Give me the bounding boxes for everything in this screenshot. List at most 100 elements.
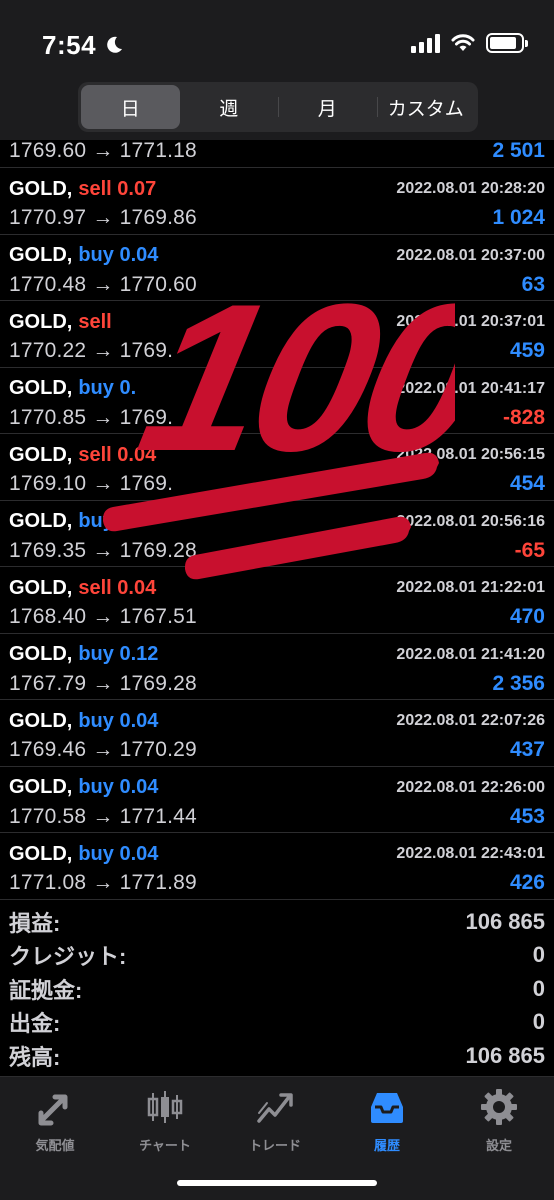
trade-symbol: GOLD,	[9, 177, 73, 200]
trade-symbol: GOLD,	[9, 576, 73, 599]
tab-trade-label: トレード	[248, 1138, 301, 1153]
trade-symbol: GOLD,	[9, 842, 73, 865]
trade-symbol: GOLD,	[9, 443, 73, 466]
trade-row[interactable]: GOLD, sell 2022.08.01 20:37:01 1770.22 → 17…	[0, 301, 554, 368]
tab-history[interactable]: 履歴	[332, 1087, 442, 1157]
trade-datetime: 2022.08.01 20:37:01	[396, 313, 545, 330]
trade-row[interactable]: GOLD, buy 2022.08.01 20:56:16 1769.35 → 176…	[0, 501, 554, 567]
trade-row[interactable]: GOLD, buy 0. 2022.08.01 20:41:17 1770.85 → …	[0, 368, 554, 434]
trade-symbol-side: GOLD, buy 0.04	[9, 244, 158, 267]
trade-prices: 1769.35 → 1769.28	[9, 538, 197, 562]
tab-quotes-label: 気配値	[35, 1138, 75, 1153]
period-selector-bar: 日 週 月 カスタム	[0, 80, 554, 140]
wifi-icon	[451, 34, 475, 51]
trade-prices: 1770.22 → 1769.	[9, 339, 174, 362]
period-segmented-control: 日 週 月 カスタム	[78, 82, 478, 132]
status-icons	[411, 33, 528, 53]
tab-settings[interactable]: 設定	[444, 1087, 554, 1157]
trade-symbol-side: GOLD, buy 0.04	[9, 843, 158, 866]
trade-profit: 459	[509, 339, 545, 362]
balance-label: 残高:	[9, 1044, 61, 1070]
trade-symbol: GOLD,	[9, 244, 73, 266]
trade-prices: 1770.58 → 1771.44	[9, 804, 197, 828]
trade-datetime: 2022.08.01 20:28:20	[396, 180, 545, 197]
do-not-disturb-moon-icon	[107, 36, 122, 53]
trade-datetime: 2022.08.01 22:07:26	[396, 712, 545, 729]
cellular-signal-icon	[411, 33, 440, 53]
tab-day[interactable]: 日	[81, 85, 180, 129]
trade-symbol-side: GOLD, buy 0.04	[9, 776, 158, 799]
trade-symbol-side: GOLD, sell	[9, 311, 112, 334]
trade-symbol-side: GOLD, sell 0.04	[9, 577, 156, 600]
withdrawal-label: 出金:	[9, 1011, 61, 1037]
summary-profit-row: 損益: 106 865	[9, 905, 545, 939]
battery-icon	[486, 33, 528, 53]
trade-prices: 1768.40 → 1767.51	[9, 605, 197, 628]
trade-prices: 1770.85 → 1769.	[9, 405, 174, 429]
trade-symbol: GOLD,	[9, 709, 73, 732]
tab-chart-label: チャート	[139, 1138, 191, 1153]
trade-row[interactable]: GOLD, buy 0.04 2022.08.01 20:37:00 1770.48 …	[0, 235, 554, 301]
summary-deposit-row: 証拠金: 0	[9, 972, 545, 1006]
trade-row[interactable]: GOLD, buy 0.04 2022.08.01 22:26:00 1770.58 …	[0, 767, 554, 833]
trade-symbol-side: GOLD, buy 0.12	[9, 643, 158, 666]
credit-label: クレジット:	[9, 944, 127, 970]
trade-row[interactable]: GOLD, buy 0.12 2022.08.01 21:41:20 1767.79 …	[0, 634, 554, 700]
tab-trade[interactable]: トレード	[220, 1087, 330, 1157]
trade-row[interactable]: GOLD, buy 0.04 2022.08.01 22:07:26 1769.46 …	[0, 700, 554, 767]
trade-row[interactable]: GOLD, sell 0.07 2022.08.01 20:28:20 1770.97…	[0, 168, 554, 235]
trade-prices: 1769.10 → 1769.	[9, 472, 174, 495]
credit-value: 0	[532, 942, 545, 968]
balance-value: 106 865	[465, 1042, 545, 1068]
profit-value: 106 865	[465, 908, 545, 934]
trade-symbol-side: GOLD, sell 0.04	[9, 444, 156, 467]
trade-symbol: GOLD,	[9, 510, 73, 532]
deposit-value: 0	[532, 975, 545, 1001]
tab-month[interactable]: 月	[278, 85, 377, 129]
trade-datetime: 2022.08.01 21:22:01	[396, 579, 545, 596]
trade-symbol-side: GOLD, buy 0.04	[9, 710, 158, 733]
trade-datetime: 2022.08.01 21:41:20	[396, 645, 545, 663]
history-tray-icon	[371, 1093, 403, 1123]
trade-symbol-side: GOLD, sell 0.07	[9, 178, 156, 201]
trade-datetime: 2022.08.01 20:56:15	[396, 446, 545, 463]
trade-side: buy 0.04	[78, 244, 159, 266]
trade-profit: 2 501	[492, 139, 545, 162]
history-summary: 損益: 106 865 クレジット: 0 証拠金: 0 出金: 0 残高: 10…	[0, 905, 554, 1073]
quotes-arrows-icon	[38, 1094, 68, 1126]
trade-profit: 437	[509, 738, 545, 761]
trade-datetime: 2022.08.01 20:41:17	[396, 379, 545, 397]
trade-side: buy 0.04	[78, 776, 159, 798]
trade-side: sell 0.04	[78, 443, 157, 466]
trade-symbol: GOLD,	[9, 643, 73, 665]
trade-symbol: GOLD,	[9, 377, 73, 399]
trade-row-partial[interactable]: 1769.60 → 1771.18 2 501	[0, 136, 554, 168]
tab-chart[interactable]: チャート	[110, 1087, 220, 1157]
trade-side: buy 0.04	[78, 842, 159, 865]
tab-history-label: 履歴	[373, 1138, 400, 1153]
candlestick-chart-icon	[147, 1091, 183, 1123]
trade-side: sell	[78, 310, 112, 333]
trade-side: buy	[78, 510, 114, 532]
home-indicator[interactable]	[177, 1180, 377, 1186]
trade-prices: 1770.48 → 1770.60	[9, 272, 197, 296]
trade-side: buy 0.	[78, 377, 137, 399]
trade-prices: 1770.97 → 1769.86	[9, 206, 197, 229]
trade-row[interactable]: GOLD, buy 0.04 2022.08.01 22:43:01 1771.08 …	[0, 833, 554, 900]
trade-symbol-side: GOLD, buy 0.	[9, 377, 136, 400]
trade-profit: 1 024	[492, 206, 545, 229]
trade-side: buy 0.12	[78, 643, 159, 665]
summary-credit-row: クレジット: 0	[9, 939, 545, 973]
tab-custom[interactable]: カスタム	[376, 85, 476, 129]
tab-week[interactable]: 週	[180, 85, 279, 129]
trade-profit: -65	[514, 538, 545, 562]
trade-profit: 470	[509, 605, 545, 628]
profit-label: 損益:	[9, 910, 61, 936]
trade-row[interactable]: GOLD, sell 0.04 2022.08.01 20:56:15 1769.10…	[0, 434, 554, 501]
summary-balance-row: 残高: 106 865	[9, 1039, 545, 1073]
trade-prices: 1769.46 → 1770.29	[9, 738, 197, 761]
tab-quotes[interactable]: 気配値	[0, 1087, 110, 1157]
status-bar: 7:54	[0, 0, 554, 80]
trade-row[interactable]: GOLD, sell 0.04 2022.08.01 21:22:01 1768.40…	[0, 567, 554, 634]
withdrawal-value: 0	[532, 1009, 545, 1035]
